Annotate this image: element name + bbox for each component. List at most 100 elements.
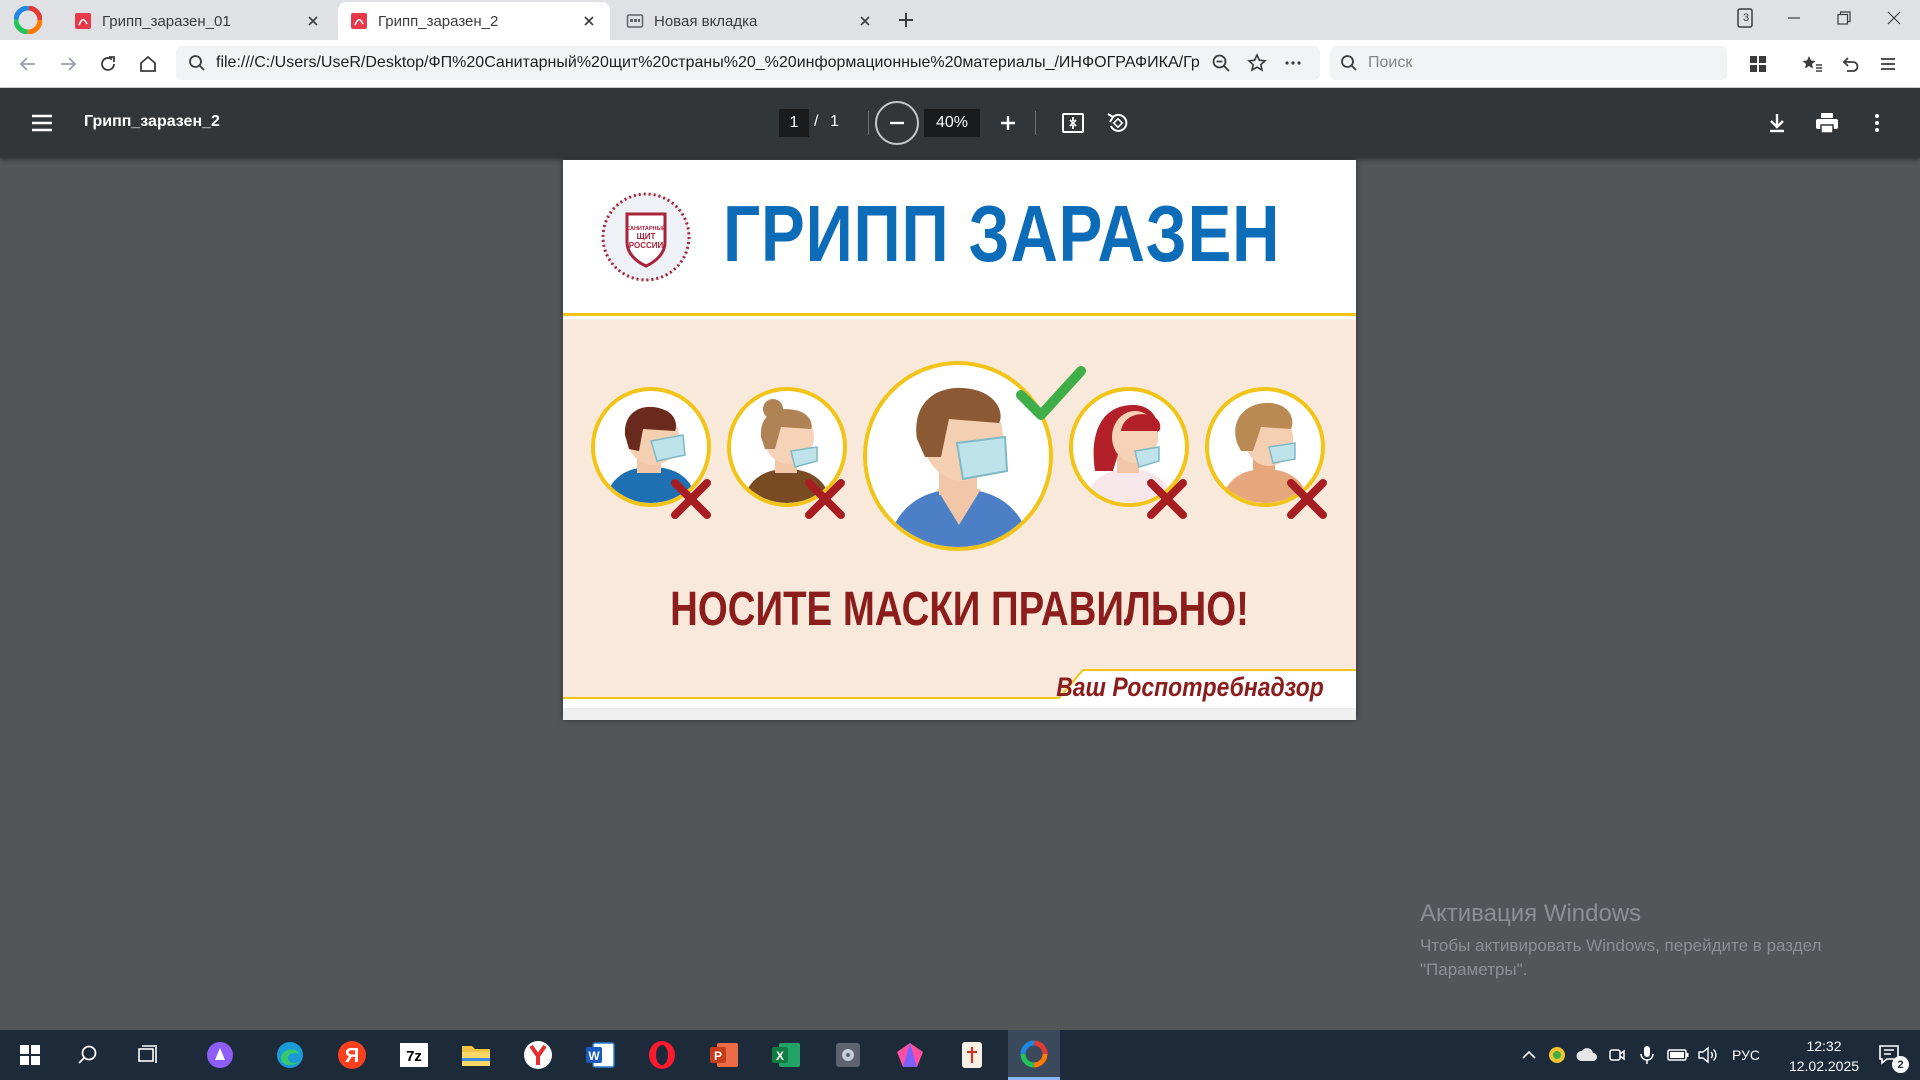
pdf-file-title: Грипп_заразен_2 — [84, 113, 220, 130]
yandex-browser-icon — [524, 1041, 552, 1069]
zoom-out-button[interactable] — [875, 101, 919, 145]
zoom-out-magnifier-icon — [1212, 54, 1230, 72]
taskbar-gem-app[interactable] — [884, 1030, 936, 1080]
powerpoint-icon: P — [710, 1043, 738, 1067]
bookmark-button[interactable] — [1242, 48, 1272, 78]
undo-icon — [1842, 57, 1859, 72]
navigation-bar: file:///C:/Users/UseR/Desktop/ФП%20Санит… — [0, 40, 1920, 88]
new-tab-button[interactable] — [892, 6, 920, 34]
search-box[interactable] — [1330, 46, 1727, 80]
sanitary-shield-emblem-icon: САНИТАРНЫЙ ЩИТ РОССИИ — [601, 192, 691, 282]
minimize-button[interactable] — [1768, 0, 1820, 36]
search-icon — [1341, 55, 1357, 71]
toolbar-divider — [1035, 111, 1036, 135]
fit-to-page-button[interactable] — [1057, 107, 1089, 139]
current-page-input[interactable] — [779, 109, 809, 137]
correct-check-icon — [1016, 366, 1086, 420]
favorites-button[interactable] — [1796, 48, 1828, 80]
taskbar: Я 7z W P X РУС 12:32 12.02.2025 2 — [0, 1030, 1920, 1080]
pdf-icon — [75, 13, 91, 29]
tab-gripp-2[interactable]: Грипп_заразен_2 — [338, 2, 610, 40]
minimize-icon — [1788, 17, 1800, 19]
star-icon — [1247, 53, 1267, 72]
back-button[interactable] — [12, 48, 44, 80]
svg-text:Я: Я — [345, 1045, 359, 1067]
taskbar-excel[interactable]: X — [760, 1030, 812, 1080]
tray-volume[interactable] — [1694, 1030, 1722, 1080]
taskbar-alice[interactable] — [194, 1030, 246, 1080]
rotate-icon — [1107, 113, 1128, 132]
pdf-more-button[interactable] — [1861, 107, 1893, 139]
pdf-sidebar-menu-button[interactable] — [26, 109, 58, 137]
tray-app-status[interactable] — [1544, 1030, 1570, 1080]
taskbar-media-app[interactable] — [822, 1030, 874, 1080]
task-view-icon — [138, 1045, 157, 1063]
opera-icon — [649, 1041, 675, 1069]
taskbar-yandex-browser[interactable] — [512, 1030, 564, 1080]
taskbar-browser-active[interactable] — [1008, 1030, 1060, 1080]
close-icon[interactable] — [580, 12, 598, 30]
tray-clock[interactable]: 12:32 12.02.2025 — [1774, 1036, 1874, 1076]
activation-title: Активация Windows — [1420, 900, 1642, 927]
tab-counter-button[interactable]: 3 — [1720, 0, 1772, 36]
poster-slogan: НОСИТЕ МАСКИ ПРАВИЛЬНО! — [670, 583, 1249, 636]
print-button[interactable] — [1811, 107, 1843, 139]
tray-language[interactable]: РУС — [1726, 1030, 1766, 1080]
tray-microphone[interactable] — [1634, 1030, 1660, 1080]
tray-cloud-sync[interactable] — [1572, 1030, 1602, 1080]
rotate-button[interactable] — [1102, 107, 1134, 139]
address-bar[interactable]: file:///C:/Users/UseR/Desktop/ФП%20Санит… — [176, 46, 1320, 80]
tray-meet-now[interactable] — [1604, 1030, 1630, 1080]
taskbar-7zip[interactable]: 7z — [388, 1030, 440, 1080]
download-button[interactable] — [1761, 107, 1793, 139]
hamburger-icon — [32, 114, 52, 132]
history-button[interactable] — [1834, 48, 1866, 80]
show-hidden-icons-button[interactable] — [1516, 1030, 1542, 1080]
browser-menu-button[interactable] — [1872, 48, 1904, 80]
arrow-left-icon — [19, 57, 35, 71]
search-input[interactable] — [1368, 54, 1708, 72]
restore-button[interactable] — [1818, 0, 1870, 36]
task-view-button[interactable] — [122, 1030, 174, 1080]
pdf-toolbar: Грипп_заразен_2 / 1 40% — [0, 88, 1920, 158]
poster-signature: Ваш Роспотребнадзор — [1056, 672, 1324, 702]
reload-button[interactable] — [92, 48, 124, 80]
taskbar-mahjong[interactable] — [946, 1030, 998, 1080]
taskbar-file-explorer[interactable] — [450, 1030, 502, 1080]
page-separator: / — [814, 113, 819, 130]
taskbar-opera[interactable] — [636, 1030, 688, 1080]
browser-logo-icon[interactable] — [14, 6, 42, 34]
close-icon[interactable] — [304, 12, 322, 30]
pdf-page: САНИТАРНЫЙ ЩИТ РОССИИ ГРИПП ЗАРАЗЕН НОСИ… — [563, 160, 1356, 720]
zoom-indicator-button[interactable] — [1206, 48, 1236, 78]
tray-battery[interactable] — [1664, 1030, 1692, 1080]
taskbar-powerpoint[interactable]: P — [698, 1030, 750, 1080]
apps-grid-button[interactable] — [1742, 48, 1774, 80]
poster-header: САНИТАРНЫЙ ЩИТ РОССИИ ГРИПП ЗАРАЗЕН — [563, 160, 1356, 316]
page-actions-button[interactable] — [1278, 48, 1308, 78]
download-icon — [1770, 114, 1784, 133]
tab-title: Новая вкладка — [654, 12, 758, 30]
new-tab-page-icon — [626, 14, 644, 28]
camera-icon — [1609, 1049, 1625, 1061]
zoom-level[interactable]: 40% — [924, 109, 980, 137]
forward-button[interactable] — [52, 48, 84, 80]
svg-text:P: P — [714, 1049, 722, 1063]
close-icon[interactable] — [856, 12, 874, 30]
activation-line-1: Чтобы активировать Windows, перейдите в … — [1420, 936, 1822, 955]
start-button[interactable] — [4, 1030, 56, 1080]
url-text[interactable]: file:///C:/Users/UseR/Desktop/ФП%20Санит… — [216, 54, 1200, 72]
zoom-in-button[interactable] — [992, 107, 1024, 139]
more-vertical-icon — [1875, 114, 1879, 132]
close-window-button[interactable] — [1868, 0, 1920, 36]
home-button[interactable] — [132, 48, 164, 80]
taskbar-search-button[interactable] — [62, 1030, 114, 1080]
taskbar-yandex[interactable]: Я — [326, 1030, 378, 1080]
taskbar-edge[interactable] — [264, 1030, 316, 1080]
notification-center-button[interactable]: 2 — [1868, 1030, 1912, 1080]
taskbar-word[interactable]: W — [574, 1030, 626, 1080]
tab-gripp-01[interactable]: Грипп_заразен_01 — [62, 2, 334, 40]
emblem-line-3: РОССИИ — [629, 241, 664, 250]
tab-new[interactable]: Новая вкладка — [614, 2, 886, 40]
search-icon — [78, 1045, 97, 1064]
